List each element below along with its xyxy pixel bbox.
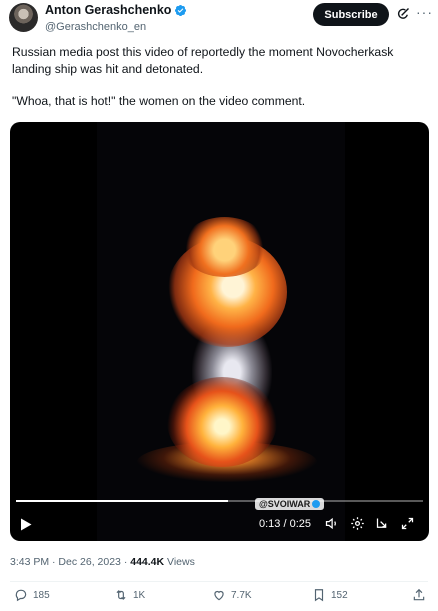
author-info: Anton Gerashchenko @Gerashchenko_en — [45, 3, 187, 34]
video-frame — [97, 122, 345, 541]
volume-icon[interactable] — [324, 516, 339, 531]
fullscreen-icon[interactable] — [400, 516, 415, 531]
video-controls: 0:13 / 0:25 — [10, 510, 429, 538]
progress-fill — [16, 500, 228, 502]
grok-icon[interactable] — [396, 6, 411, 21]
fire-flare — [167, 377, 277, 467]
reply-icon — [15, 589, 27, 602]
watermark-badge-icon — [312, 500, 321, 508]
video-watermark: @SVOIWAR — [255, 498, 325, 510]
video-time: 0:13 / 0:25 — [259, 518, 311, 530]
heart-icon — [214, 590, 224, 601]
repost-button[interactable]: 1K — [114, 588, 145, 602]
bookmark-button[interactable]: 152 — [312, 588, 348, 602]
watermark-text: @SVOIWAR — [259, 499, 311, 509]
reply-count: 185 — [33, 589, 50, 601]
pip-icon[interactable] — [375, 516, 390, 531]
avatar[interactable] — [9, 3, 38, 32]
action-bar: 185 1K 7.7K 152 — [0, 588, 438, 610]
fireball-top — [182, 217, 267, 277]
bookmark-count: 152 — [331, 589, 348, 601]
progress-bar[interactable] — [16, 500, 423, 502]
post-paragraph: Russian media post this video of reporte… — [12, 45, 394, 76]
subscribe-button[interactable]: Subscribe — [313, 3, 389, 26]
views-label: Views — [164, 556, 195, 568]
more-options-icon[interactable]: ··· — [416, 5, 432, 21]
like-count: 7.7K — [231, 589, 252, 601]
repost-count: 1K — [133, 589, 146, 601]
post-timestamp[interactable]: 3:43 PM · Dec 26, 2023 · — [10, 556, 130, 568]
post-text: Russian media post this video of reporte… — [12, 44, 432, 110]
video-player[interactable]: @SVOIWAR 0:13 / 0:25 — [10, 122, 429, 541]
share-button[interactable] — [412, 588, 426, 602]
post-paragraph: "Whoa, that is hot!" the women on the vi… — [12, 94, 306, 108]
author-name[interactable]: Anton Gerashchenko — [45, 3, 171, 18]
like-button[interactable]: 7.7K — [212, 588, 252, 602]
share-icon — [413, 588, 425, 601]
bookmark-icon — [314, 589, 324, 602]
settings-icon[interactable] — [350, 516, 365, 531]
views-count[interactable]: 444.4K — [130, 556, 164, 568]
verified-badge-icon — [174, 4, 187, 17]
author-name-row[interactable]: Anton Gerashchenko — [45, 3, 187, 18]
post-header: Anton Gerashchenko @Gerashchenko_en Subs… — [0, 0, 438, 40]
divider — [10, 581, 428, 582]
post-meta: 3:43 PM · Dec 26, 2023 · 444.4K Views — [10, 556, 195, 569]
reply-button[interactable]: 185 — [14, 588, 50, 602]
play-icon[interactable] — [20, 518, 32, 531]
repost-icon — [116, 590, 126, 600]
author-handle[interactable]: @Gerashchenko_en — [45, 20, 187, 34]
